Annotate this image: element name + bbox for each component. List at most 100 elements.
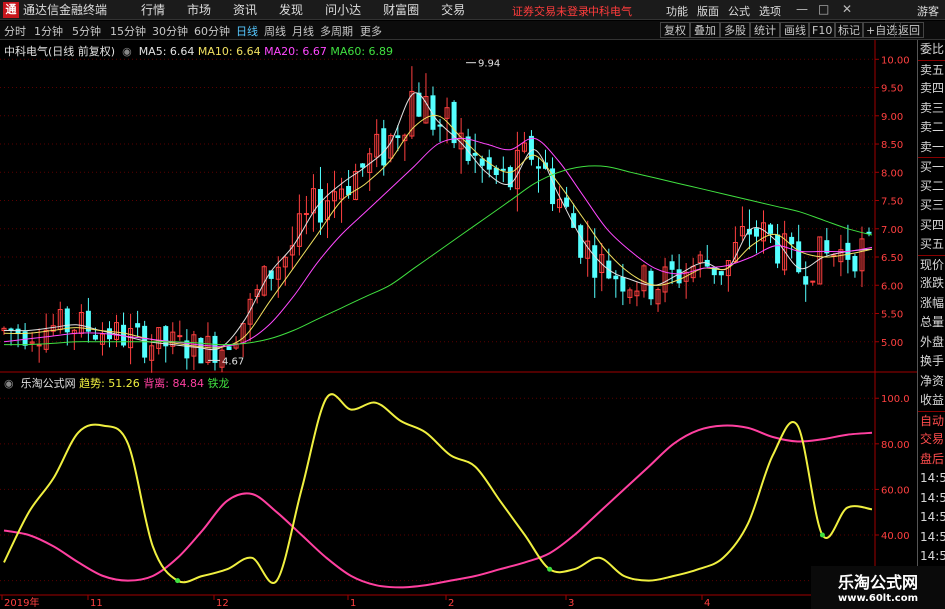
candle-body: [135, 323, 141, 328]
period-60min[interactable]: 60分钟: [194, 23, 230, 39]
tielong-marker: [547, 566, 553, 572]
quote-side-panel[interactable]: 委比 卖五 卖四 卖三 卖二 卖一 买一 买二 买三 买四 买五 现价 涨跌 涨幅 总量 外盘 换手 净资 收益 自动…: [917, 40, 945, 609]
osc-tick-label: 80.00: [881, 440, 910, 451]
maximize-icon[interactable]: □: [818, 2, 829, 16]
price-tick-label: 5.00: [881, 338, 903, 349]
price-tick-label: 6.00: [881, 281, 903, 292]
period-monthly[interactable]: 月线: [292, 23, 314, 39]
sub-chart-title: 乐淘公式网: [20, 377, 76, 390]
menu-formula[interactable]: 公式: [728, 3, 750, 19]
tielong-marker: [819, 532, 825, 538]
menu-quotes[interactable]: 行情: [141, 1, 165, 18]
period-intraday[interactable]: 分时: [4, 23, 26, 39]
period-1min[interactable]: 1分钟: [34, 23, 63, 39]
candle-body: [36, 344, 42, 347]
candle-body: [613, 275, 619, 280]
side-item: 净资: [920, 373, 945, 388]
candle-body: [789, 236, 795, 245]
side-item: 14:56: [920, 471, 945, 485]
osc-tick-label: 60.00: [881, 485, 910, 496]
watermark-url: www.60lt.com: [837, 593, 918, 604]
side-item: 14:56: [920, 529, 945, 544]
sub-chart-legend: ◉ 乐淘公式网 趋势: 51.26 背离: 84.84 铁龙: [4, 377, 230, 390]
candle-body: [395, 135, 401, 139]
side-item: 总量: [920, 315, 945, 329]
menu-layout[interactable]: 版面: [697, 3, 719, 19]
period-more[interactable]: 更多: [360, 23, 382, 39]
candle-body: [564, 197, 570, 207]
tool-multi-stock-button[interactable]: 多股: [720, 22, 750, 38]
candle-body: [268, 270, 274, 279]
price-tick-label: 9.50: [881, 84, 903, 95]
menu-market[interactable]: 市场: [187, 1, 211, 18]
tielong-label: 铁龙: [207, 377, 230, 390]
period-daily[interactable]: 日线: [236, 23, 258, 39]
guest-user[interactable]: 游客: [917, 3, 939, 19]
menu-ask[interactable]: 问小达: [325, 1, 361, 18]
candle-body: [177, 335, 183, 338]
tielong-marker: [175, 578, 181, 584]
side-item: 买四: [920, 217, 945, 232]
candle-body: [198, 337, 204, 364]
x-tick-label: 11: [90, 598, 103, 609]
period-5min[interactable]: 5分钟: [72, 23, 101, 39]
x-tick-label: 1: [350, 598, 356, 609]
menu-options[interactable]: 选项: [759, 3, 781, 19]
side-item: 14:56: [920, 490, 945, 505]
close-icon[interactable]: ✕: [842, 2, 852, 16]
chart-canvas[interactable]: 10.00 9.50 9.00 8.50 8.00 7.50 7.00 6.50 6.00 5.5…: [0, 40, 917, 609]
watermark-title: 乐淘公式网: [837, 573, 918, 592]
low-price-label: 4.67: [222, 356, 244, 367]
candle-body: [303, 213, 309, 216]
divergence-label: 背离: 84.84: [143, 377, 205, 390]
main-chart-title: 中科电气(日线 前复权): [4, 45, 116, 58]
side-item: 交易: [920, 432, 945, 446]
menu-news[interactable]: 资讯: [233, 1, 257, 18]
oscillator-lines: [3, 393, 873, 589]
chart-area[interactable]: 10.00 9.50 9.00 8.50 8.00 7.50 7.00 6.50 6.00 5.5…: [0, 40, 917, 609]
login-status[interactable]: 证券交易未登录: [512, 3, 589, 19]
price-tick-label: 5.50: [881, 310, 903, 321]
menu-functions[interactable]: 功能: [666, 3, 688, 19]
tool-f10-button[interactable]: F10: [808, 22, 837, 38]
app-title: 通达信金融终端: [23, 3, 108, 17]
top-menu-bar: 通 通达信金融终端 行情 市场 资讯 发现 问小达 财富圈 交易 证券交易未登录…: [0, 0, 945, 20]
candle-body: [15, 328, 21, 335]
ma-line-ma10: [3, 114, 873, 349]
tool-overlay-button[interactable]: 叠加: [690, 22, 720, 38]
tool-mark-button[interactable]: 标记: [834, 22, 864, 38]
period-toolbar: 分时 1分钟 5分钟 15分钟 30分钟 60分钟 日线 周线 月线 多周期 更…: [0, 21, 945, 40]
period-30min[interactable]: 30分钟: [152, 23, 188, 39]
period-15min[interactable]: 15分钟: [110, 23, 146, 39]
side-item: 14:56: [920, 510, 945, 524]
ma10-label: MA10: 6.64: [197, 45, 261, 58]
ma60-label: MA60: 6.89: [330, 45, 394, 58]
side-item: 买五: [920, 237, 945, 251]
price-tick-label: 7.00: [881, 225, 903, 236]
period-multi[interactable]: 多周期: [320, 23, 353, 39]
candle-body: [753, 228, 759, 237]
x-tick-label: 4: [704, 598, 710, 609]
x-tick-label: 2: [448, 598, 454, 609]
divergence-line: [3, 424, 873, 589]
side-item: 14:56: [920, 549, 945, 563]
minimize-icon[interactable]: —: [796, 2, 808, 16]
period-weekly[interactable]: 周线: [264, 23, 286, 39]
candle-body: [472, 152, 478, 156]
tool-adjust-button[interactable]: 复权: [660, 22, 690, 38]
main-chart-legend: 中科电气(日线 前复权) ◉ MA5: 6.64 MA10: 6.64 MA20…: [4, 45, 394, 58]
menu-wealth-circle[interactable]: 财富圈: [383, 1, 419, 18]
candle-body: [768, 224, 774, 234]
candle-body: [592, 245, 598, 278]
price-tick-label: 6.50: [881, 253, 903, 264]
candle-body: [775, 234, 781, 264]
tool-stats-button[interactable]: 统计: [750, 22, 780, 38]
tool-back-button[interactable]: 返回: [894, 22, 924, 38]
menu-trade[interactable]: 交易: [441, 1, 465, 18]
price-tick-label: 8.00: [881, 168, 903, 179]
side-item: 卖四: [920, 81, 945, 95]
candle-body: [500, 168, 506, 171]
menu-discover[interactable]: 发现: [279, 1, 303, 18]
tool-draw-button[interactable]: 画线: [780, 22, 810, 38]
current-stock-name: 中科电气: [588, 5, 632, 18]
